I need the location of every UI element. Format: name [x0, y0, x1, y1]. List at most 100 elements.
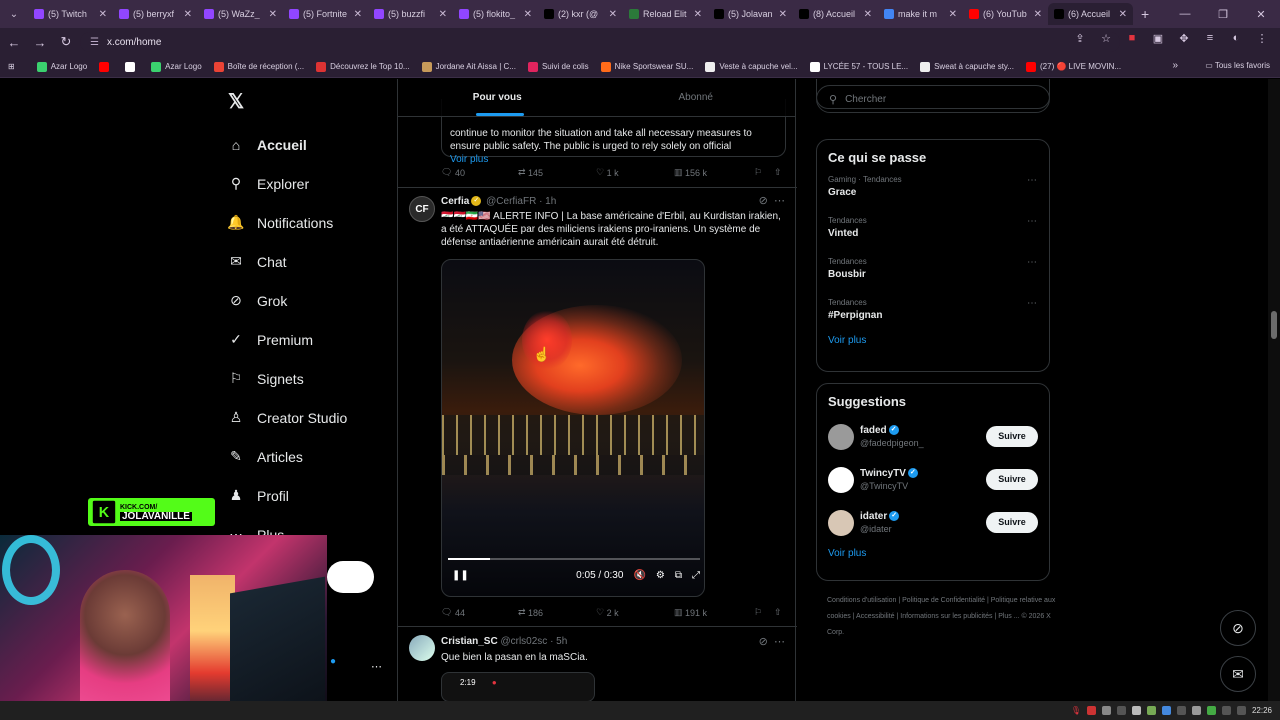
reload-button[interactable]: ↻ [54, 34, 78, 50]
like-button[interactable]: ♡ 2 k [596, 607, 674, 618]
close-tab-icon[interactable]: ✕ [1034, 9, 1042, 20]
close-tab-icon[interactable]: ✕ [269, 9, 277, 20]
post-more-icon[interactable]: ⊘ ⋯ [759, 194, 785, 207]
install-app-icon[interactable]: ⇪ [1072, 32, 1088, 48]
nav-item-profile[interactable]: ♟ Profil [227, 476, 347, 515]
nav-item-article[interactable]: ✎ Articles [227, 437, 347, 476]
extensions-puzzle-icon[interactable]: ✥ [1176, 32, 1192, 48]
bookmark-button[interactable]: ⚐ [754, 607, 774, 618]
trend-item[interactable]: Tendances Bousbir ⋯ [817, 251, 1049, 292]
close-tab-icon[interactable]: ✕ [609, 9, 617, 20]
more-icon[interactable]: ⋯ [1027, 216, 1037, 227]
tab-search-button[interactable]: ⌄ [0, 0, 28, 28]
browser-tab[interactable]: (6) Accueil ✕ [1048, 3, 1133, 25]
nav-item-bell[interactable]: 🔔 Notifications [227, 203, 347, 242]
follow-button[interactable]: Suivre [986, 469, 1038, 490]
video-player[interactable]: ❚❚ 0:05 / 0:30 🔇 ⚙ ⧉ ⤢ [441, 259, 705, 597]
bookmark-item[interactable]: Azar Logo [151, 61, 202, 72]
tab-following[interactable]: Abonné [597, 79, 796, 116]
tray-app-icon[interactable] [1191, 706, 1201, 715]
trend-item[interactable]: Tendances Vinted ⋯ [817, 210, 1049, 251]
more-icon[interactable]: ⋯ [1027, 175, 1037, 186]
author-handle[interactable]: @crls02sc · 5h [500, 636, 567, 647]
post-cerfia[interactable]: CF Cerfia ✓ @CerfiaFR · 1h ⊘ ⋯ 🇮🇶🇮🇶🇮🇷🇺🇸 A… [398, 188, 797, 626]
profile-avatar-icon[interactable]: ◐ [1228, 32, 1244, 48]
browser-tab[interactable]: (8) Accueil ✕ [793, 3, 878, 25]
mute-icon[interactable]: 🔇 [633, 570, 645, 581]
bookmark-item[interactable] [99, 61, 113, 72]
share-button[interactable]: ⇧ [774, 607, 782, 618]
browser-tab[interactable]: (6) YouTub ✕ [963, 3, 1048, 25]
nav-item-search[interactable]: ⚲ Explorer [227, 164, 347, 203]
restore-button[interactable]: ❐ [1204, 0, 1242, 28]
views-button[interactable]: ▥ 156 k [674, 167, 754, 178]
forward-button[interactable]: → [28, 35, 52, 50]
tray-app-icon[interactable] [1146, 706, 1156, 715]
like-button[interactable]: ♡ 1 k [596, 167, 674, 178]
pause-icon[interactable]: ❚❚ [452, 570, 469, 581]
follow-button[interactable]: Suivre [986, 512, 1038, 533]
bookmark-item[interactable]: LYCÉE 57 - TOUS LE... [809, 61, 908, 72]
avatar[interactable]: CF [409, 196, 435, 222]
browser-tab[interactable]: (5) Jolavan ✕ [708, 3, 793, 25]
bookmark-item[interactable]: Nike Sportswear SU... [600, 61, 693, 72]
address-bar[interactable]: ☰ x.com/home [80, 32, 1120, 52]
share-button[interactable]: ⇧ [774, 167, 782, 178]
follow-button[interactable]: Suivre [986, 426, 1038, 447]
close-tab-icon[interactable]: ✕ [99, 9, 107, 20]
trend-item[interactable]: Tendances #Perpignan ⋯ [817, 292, 1049, 333]
views-button[interactable]: ▥ 191 k [674, 607, 754, 618]
tab-for-you[interactable]: Pour vous [398, 79, 597, 116]
close-tab-icon[interactable]: ✕ [949, 9, 957, 20]
author-name[interactable]: Cerfia [441, 196, 469, 207]
suggestion-item[interactable]: TwincyTV ✓ @TwincyTV Suivre [817, 458, 1049, 501]
browser-tab[interactable]: (5) WaZz_ ✕ [198, 3, 283, 25]
tray-app-icon[interactable] [1131, 706, 1141, 715]
post-button[interactable] [327, 561, 374, 593]
apps-grid-icon[interactable]: ⊞ [8, 62, 15, 71]
bookmark-item[interactable]: Azar Logo [36, 61, 87, 72]
new-tab-button[interactable]: + [1141, 6, 1149, 22]
post-more-icon[interactable]: ⊘ ⋯ [759, 635, 785, 648]
browser-tab[interactable]: (5) Fortnite ✕ [283, 3, 368, 25]
back-button[interactable]: ← [2, 35, 26, 50]
more-icon[interactable]: ⋯ [1027, 298, 1037, 309]
close-window-button[interactable]: ✕ [1242, 0, 1280, 28]
browser-tab[interactable]: Reload Elit ✕ [623, 3, 708, 25]
tray-app-icon[interactable] [1101, 706, 1111, 715]
suggestion-item[interactable]: faded ✓ @fadedpigeon_ Suivre [817, 415, 1049, 458]
suggestion-name[interactable]: idater ✓ [860, 511, 901, 522]
bookmarks-overflow-icon[interactable]: » [1172, 60, 1178, 71]
more-icon[interactable]: ⋯ [1027, 257, 1037, 268]
close-tab-icon[interactable]: ✕ [779, 9, 787, 20]
suggestion-item[interactable]: idater ✓ @idater Suivre [817, 501, 1049, 544]
bookmark-item[interactable]: Sweat à capuche sty... [920, 61, 1014, 72]
quoted-post-more-link[interactable]: Voir plus [450, 153, 777, 166]
suggestions-more-link[interactable]: Voir plus [817, 548, 1049, 559]
account-menu-icon[interactable]: ⋯ [371, 660, 382, 673]
nav-item-home[interactable]: ⌂ Accueil [227, 125, 347, 164]
settings-icon[interactable]: ⚙ [656, 570, 665, 581]
grok-float-icon[interactable]: ⊘ [1220, 610, 1256, 646]
extension-icon-red[interactable]: ■ [1124, 32, 1140, 48]
close-tab-icon[interactable]: ✕ [1119, 9, 1127, 20]
tray-app-icon[interactable] [1086, 706, 1096, 715]
bookmark-item[interactable]: Veste à capuche vel... [705, 61, 798, 72]
trends-more-link[interactable]: Voir plus [817, 335, 1049, 346]
author-name[interactable]: Cristian_SC [441, 636, 498, 647]
close-tab-icon[interactable]: ✕ [694, 9, 702, 20]
nav-item-grok[interactable]: ⊘ Grok [227, 281, 347, 320]
tray-app-icon[interactable] [1176, 706, 1186, 715]
browser-tab[interactable]: (2) kxr (@ ✕ [538, 3, 623, 25]
previous-post[interactable]: continue to monitor the situation and ta… [398, 99, 797, 187]
x-logo-icon[interactable]: 𝕏 [228, 89, 244, 114]
network-icon[interactable] [1221, 706, 1231, 715]
trend-item[interactable]: Gaming · Tendances Grace ⋯ [817, 169, 1049, 210]
bookmark-item[interactable]: Découvrez le Top 10... [316, 61, 410, 72]
nav-item-verified[interactable]: ✓ Premium [227, 320, 347, 359]
avatar[interactable] [828, 509, 854, 536]
avatar[interactable] [828, 423, 854, 450]
extension-icon[interactable]: ▣ [1150, 32, 1166, 48]
close-tab-icon[interactable]: ✕ [184, 9, 192, 20]
browser-menu-icon[interactable]: ⋮ [1254, 32, 1270, 48]
